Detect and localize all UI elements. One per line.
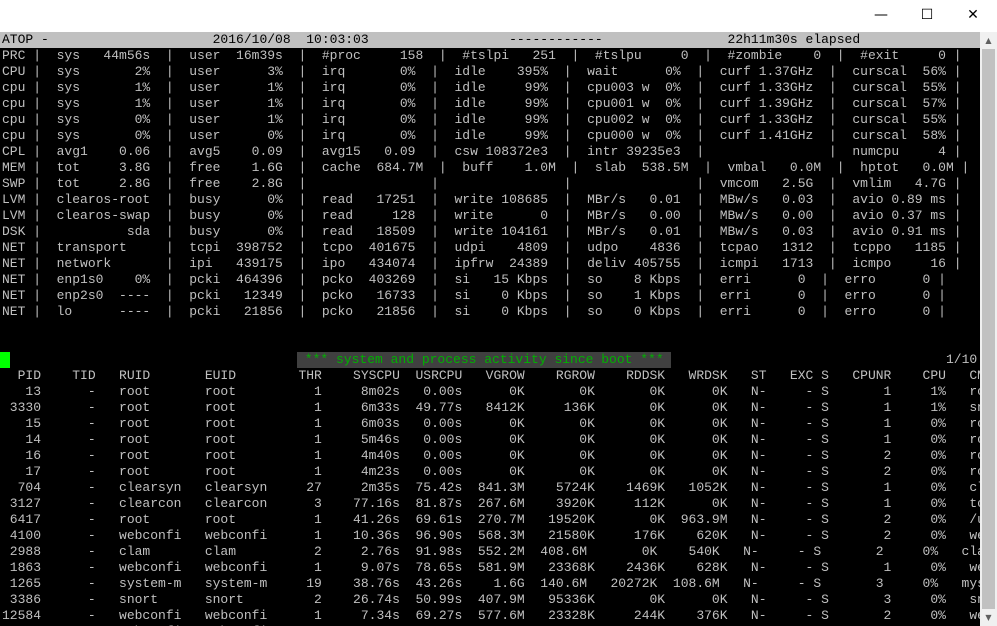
process-row: 1265 - system-m system-m 19 38.76s 43.26… <box>2 576 980 591</box>
system-stat-line: SWP | tot 2.8G | free 2.8G | | | | vmcom… <box>2 176 962 191</box>
process-row: 3127 - clearcon clearcon 3 77.16s 81.87s… <box>2 496 980 511</box>
scroll-up-arrow-icon[interactable]: ▲ <box>980 32 997 49</box>
process-row: 13 - root root 1 8m02s 0.00s 0K 0K 0K 0K… <box>2 384 980 399</box>
system-stat-line: cpu | sys 1% | user 1% | irq 0% | idle 9… <box>2 80 962 95</box>
minimize-button[interactable]: — <box>858 0 904 30</box>
system-stat-line: CPU | sys 2% | user 3% | irq 0% | idle 3… <box>2 64 962 79</box>
system-stat-line: NET | lo ---- | pcki 21856 | pcko 21856 … <box>2 304 946 319</box>
system-stat-line: cpu | sys 0% | user 1% | irq 0% | idle 9… <box>2 112 962 127</box>
system-stat-line: MEM | tot 3.8G | free 1.6G | cache 684.7… <box>2 160 970 175</box>
system-stat-line: NET | enp2s0 ---- | pcki 12349 | pcko 16… <box>2 288 946 303</box>
process-row: 12584 - webconfi webconfi 1 7.34s 69.27s… <box>2 608 980 623</box>
system-stat-line: PRC | sys 44m56s | user 16m39s | #proc 1… <box>2 48 962 63</box>
page-indicator: 1/10 <box>946 352 978 367</box>
process-row: 17 - root root 1 4m23s 0.00s 0K 0K 0K 0K… <box>2 464 980 479</box>
scrollbar-thumb[interactable] <box>982 49 995 609</box>
process-row: 16 - root root 1 4m40s 0.00s 0K 0K 0K 0K… <box>2 448 980 463</box>
activity-banner: *** system and process activity since bo… <box>297 352 672 368</box>
activity-banner-row: *** system and process activity since bo… <box>0 352 980 368</box>
process-row: 3330 - root root 1 6m33s 49.77s 8412K 13… <box>2 400 980 415</box>
system-stat-line: LVM | clearos-root | busy 0% | read 1725… <box>2 192 962 207</box>
process-table-header: PID TID RUID EUID THR SYSCPU USRCPU VGRO… <box>2 368 980 383</box>
process-row: 3386 - snort snort 2 26.74s 50.99s 407.9… <box>2 592 980 607</box>
system-stat-line: NET | network | ipi 439175 | ipo 434074 … <box>2 256 962 271</box>
maximize-button[interactable]: ☐ <box>904 0 950 30</box>
system-stat-line: cpu | sys 1% | user 1% | irq 0% | idle 9… <box>2 96 962 111</box>
window-titlebar: — ☐ ✕ <box>0 0 997 32</box>
close-button[interactable]: ✕ <box>950 0 996 30</box>
atop-header-bar: ATOP - 2016/10/08 10:03:03 ------------ … <box>0 32 980 48</box>
process-row: 704 - clearsyn clearsyn 27 2m35s 75.42s … <box>2 480 980 495</box>
system-stat-line: cpu | sys 0% | user 0% | irq 0% | idle 9… <box>2 128 962 143</box>
terminal-screen[interactable]: ATOP - 2016/10/08 10:03:03 ------------ … <box>0 32 980 626</box>
system-stat-line: CPL | avg1 0.06 | avg5 0.09 | avg15 0.09… <box>2 144 962 159</box>
process-row: 15 - root root 1 6m03s 0.00s 0K 0K 0K 0K… <box>2 416 980 431</box>
scroll-down-arrow-icon[interactable]: ▼ <box>980 609 997 626</box>
process-row: 14 - root root 1 5m46s 0.00s 0K 0K 0K 0K… <box>2 432 980 447</box>
system-stat-line: LVM | clearos-swap | busy 0% | read 128 … <box>2 208 962 223</box>
cursor-block <box>0 352 10 368</box>
terminal-scrollbar[interactable]: ▲ ▼ <box>980 32 997 626</box>
system-stat-line: DSK | sda | busy 0% | read 18509 | write… <box>2 224 962 239</box>
system-stat-line: NET | transport | tcpi 398752 | tcpo 401… <box>2 240 962 255</box>
process-row: 2988 - clam clam 2 2.76s 91.98s 552.2M 4… <box>2 544 980 559</box>
process-row: 4100 - webconfi webconfi 1 10.36s 96.90s… <box>2 528 980 543</box>
process-row: 6417 - root root 1 41.26s 69.61s 270.7M … <box>2 512 980 527</box>
process-row: 1863 - webconfi webconfi 1 9.07s 78.65s … <box>2 560 980 575</box>
system-stat-line: NET | enp1s0 0% | pcki 464396 | pcko 403… <box>2 272 946 287</box>
